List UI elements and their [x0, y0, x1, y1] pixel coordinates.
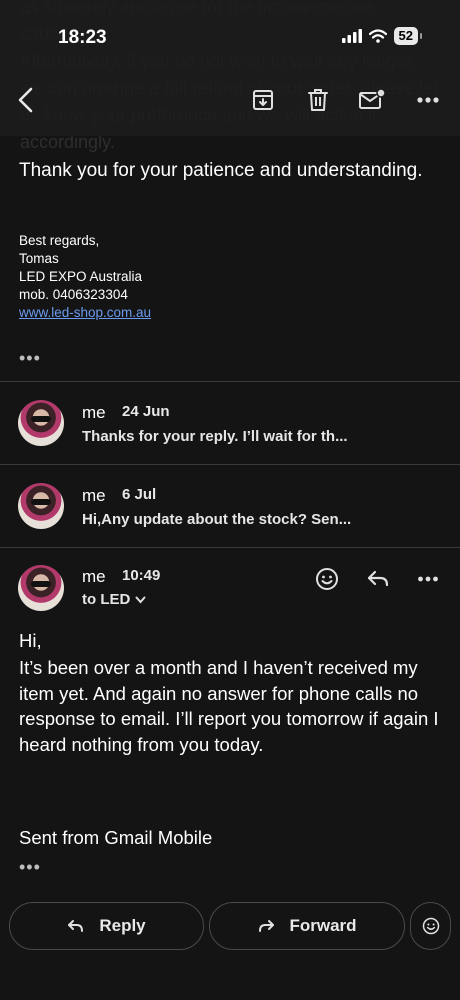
emoji-reaction-icon: [422, 917, 439, 935]
more-icon: [418, 576, 438, 582]
divider: [0, 547, 460, 548]
recipient-label: to LED: [82, 591, 131, 608]
sender-name: me: [82, 486, 106, 505]
message-more-button[interactable]: [415, 566, 441, 592]
cellular-signal-icon: [341, 29, 362, 43]
forward-label: Forward: [289, 916, 357, 935]
archive-button[interactable]: [249, 86, 277, 114]
archive-icon: [253, 90, 273, 110]
forward-action-button[interactable]: Forward: [209, 902, 405, 950]
signature-block: Best regards, Tomas LED EXPO Australia m…: [19, 232, 151, 322]
chevron-down-icon: [135, 596, 146, 604]
signature-company: LED EXPO Australia: [19, 269, 143, 284]
reply-label: Reply: [99, 916, 146, 935]
message-body: It’s been over a month and I haven’t rec…: [19, 657, 439, 755]
message-footer: Sent from Gmail Mobile: [19, 827, 213, 848]
recipient-details-toggle[interactable]: to LED: [82, 591, 146, 608]
thread-message-collapsed[interactable]: me 24 Jun Thanks for your reply. I’ll wa…: [0, 382, 460, 464]
status-icons: 52: [341, 27, 423, 45]
signature-mobile: mob. 0406323304: [19, 287, 128, 302]
battery-indicator: 52: [393, 27, 423, 45]
reply-action-button[interactable]: Reply: [9, 902, 204, 950]
message-snippet: Thanks for your reply. I’ll wait for th.…: [82, 428, 348, 445]
reply-icon: [68, 920, 84, 932]
reply-icon: [367, 570, 389, 587]
message-date: 24 Jun: [122, 403, 170, 420]
more-options-button[interactable]: [414, 86, 442, 114]
emoji-reaction-icon: [316, 568, 338, 590]
message-time: 10:49: [122, 567, 161, 584]
thanks-paragraph: Thank you for your patience and understa…: [19, 160, 423, 181]
reply-button[interactable]: [365, 566, 391, 592]
wifi-icon: [368, 29, 387, 43]
back-button[interactable]: [12, 86, 40, 114]
message-date: 6 Jul: [122, 486, 157, 503]
show-trimmed-content[interactable]: •••: [19, 348, 41, 369]
message-snippet: Hi,Any update about the stock? Sen...: [82, 511, 352, 528]
avatar: [18, 483, 64, 529]
mark-unread-button[interactable]: [358, 86, 386, 114]
mark-unread-icon: [359, 88, 386, 109]
signature-greeting: Best regards,: [19, 233, 100, 248]
message-greeting: Hi,: [19, 630, 42, 651]
back-icon: [18, 87, 33, 113]
status-time: 18:23: [58, 27, 107, 48]
avatar: [18, 400, 64, 446]
add-reaction-button[interactable]: [314, 566, 340, 592]
forward-icon: [259, 920, 275, 932]
react-action-button[interactable]: [410, 902, 451, 950]
sender-name: me: [82, 567, 106, 586]
show-trimmed-content[interactable]: •••: [19, 857, 41, 878]
signature-name: Tomas: [19, 251, 59, 266]
thread-message-collapsed[interactable]: me 6 Jul Hi,Any update about the stock? …: [0, 465, 460, 547]
more-icon: [417, 97, 439, 103]
trash-icon: [308, 89, 328, 111]
sender-name: me: [82, 403, 106, 422]
toolbar: [0, 64, 460, 136]
delete-button[interactable]: [304, 86, 332, 114]
avatar: [18, 565, 64, 611]
signature-website-link[interactable]: www.led-shop.com.au: [19, 305, 151, 320]
